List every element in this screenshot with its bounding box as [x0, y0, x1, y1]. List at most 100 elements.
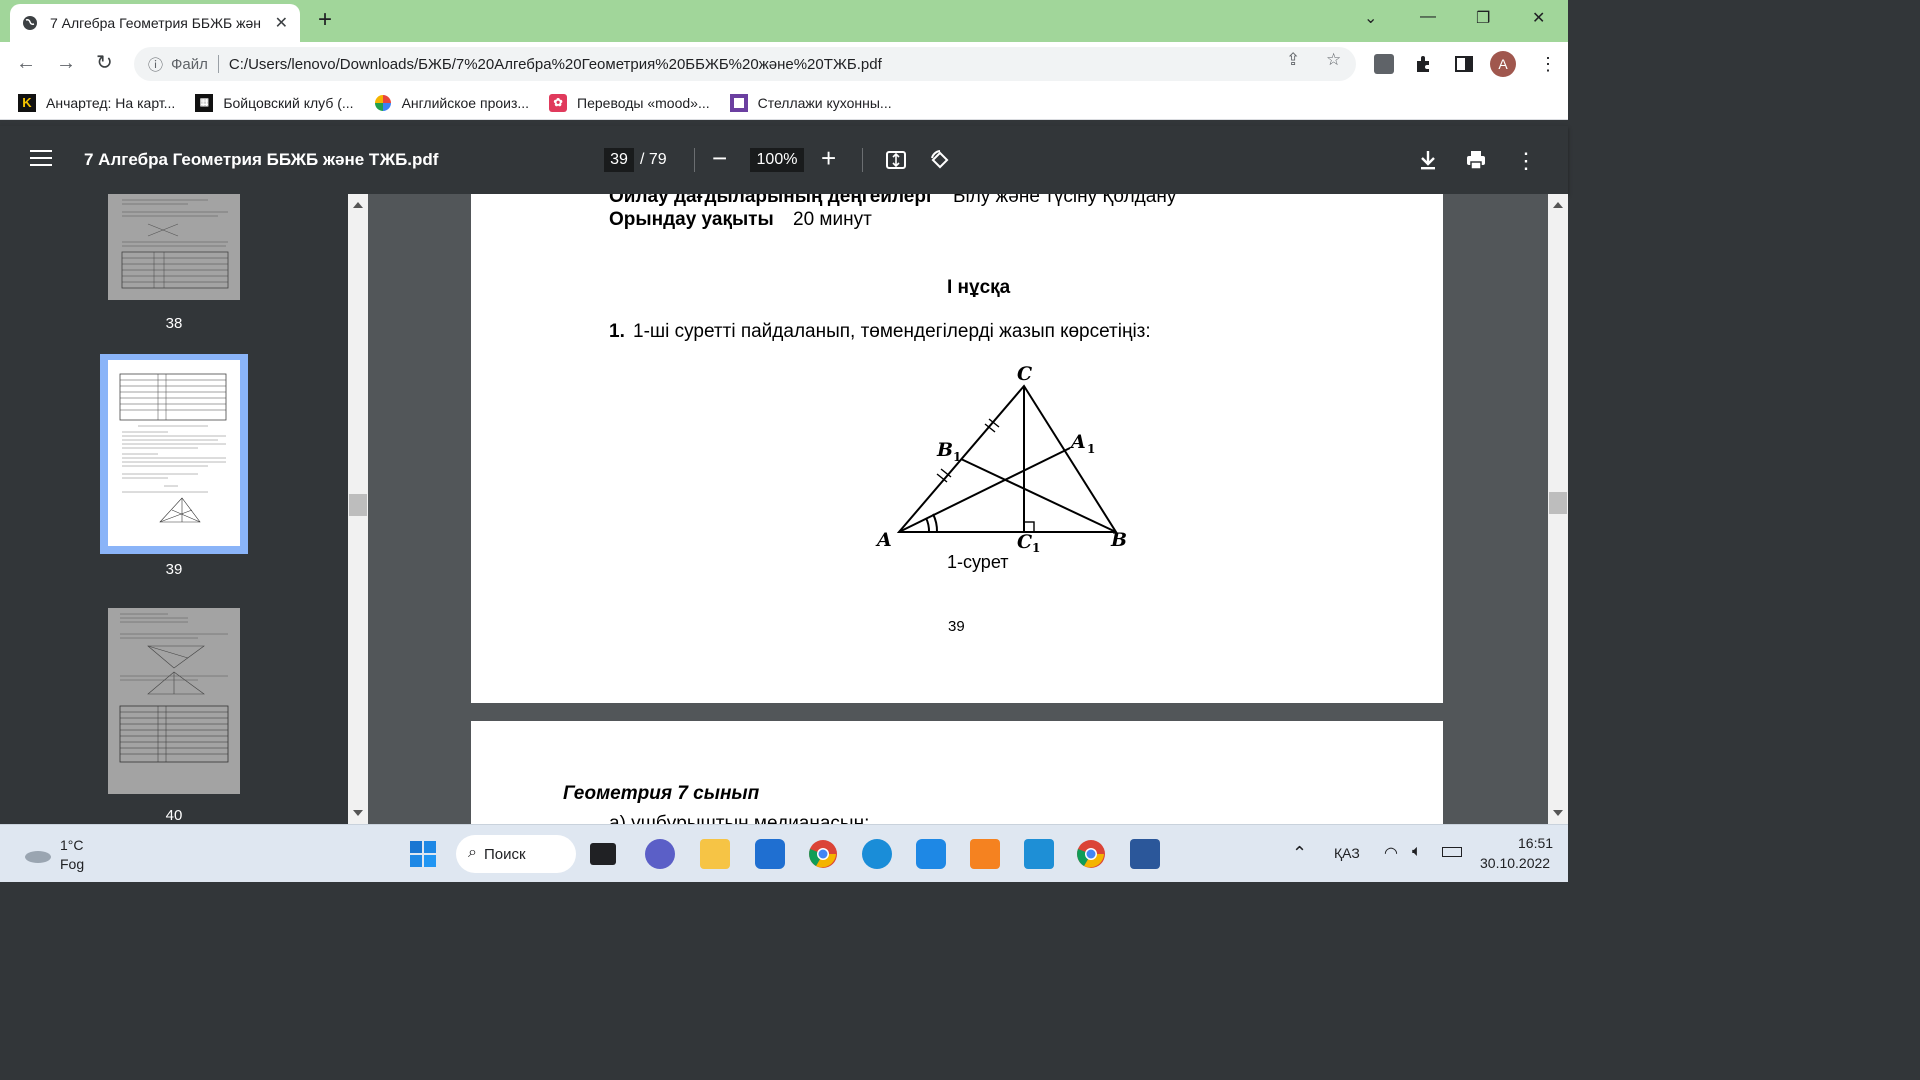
- lingvo-icon[interactable]: [1024, 839, 1054, 869]
- time-label: Орындау уақыты: [609, 209, 774, 230]
- edge-icon[interactable]: [862, 839, 892, 869]
- document-viewer[interactable]: Ойлау дағдыларының деңгейлері Білу және …: [368, 194, 1548, 824]
- pinwheel-icon: [374, 94, 392, 112]
- bookmark-item[interactable]: ▦ Бойцовский клуб (...: [195, 93, 354, 112]
- thumbnail-sidebar: 38 39 40: [0, 194, 348, 824]
- windows-start-icon[interactable]: [408, 839, 438, 869]
- zoom-in-button[interactable]: +: [821, 144, 836, 172]
- rotate-icon[interactable]: [928, 148, 952, 172]
- toolbar-divider: [862, 148, 863, 172]
- minimize-button[interactable]: —: [1420, 8, 1436, 26]
- url-scheme: Файл: [171, 55, 208, 73]
- sidebar-scrollbar[interactable]: [348, 194, 368, 824]
- vertex-a-label: A: [875, 529, 892, 551]
- menu-icon[interactable]: [30, 150, 52, 168]
- volume-icon[interactable]: 🔈︎: [1412, 843, 1422, 861]
- bookmark-item[interactable]: Стеллажи кухонны...: [729, 93, 892, 112]
- weather-temp[interactable]: 1°C: [60, 837, 84, 853]
- chevron-up-icon[interactable]: ⌃: [1292, 843, 1307, 864]
- zoom-input[interactable]: 100%: [750, 148, 804, 172]
- chrome-active-icon[interactable]: [1076, 839, 1106, 869]
- point-b1-subscript: 1: [953, 450, 961, 464]
- point-c1-subscript: 1: [1032, 541, 1040, 555]
- address-bar[interactable]: ⓘ Файл C:/Users/lenovo/Downloads/БЖБ/7%2…: [134, 47, 1356, 81]
- word-icon[interactable]: [1130, 839, 1160, 869]
- toolbar-divider: [694, 148, 695, 172]
- wps-office-icon[interactable]: [970, 839, 1000, 869]
- wifi-icon[interactable]: ◠: [1384, 843, 1398, 863]
- clock-time[interactable]: 16:51: [1518, 835, 1553, 851]
- bookmark-item[interactable]: K Анчартед: На карт...: [18, 93, 175, 112]
- extensions-icon[interactable]: [1414, 54, 1434, 74]
- zoom-out-button[interactable]: −: [712, 144, 727, 172]
- task-text: 1-ші суретті пайдаланып, төмендегілерді …: [633, 321, 1151, 342]
- battery-icon[interactable]: [1442, 847, 1462, 857]
- new-tab-button[interactable]: +: [318, 8, 332, 32]
- thumbnail-number: 38: [165, 315, 183, 332]
- mail-icon[interactable]: [916, 839, 946, 869]
- more-actions-icon[interactable]: ⋮: [1514, 148, 1538, 173]
- url-divider: [217, 55, 219, 73]
- weather-desc[interactable]: Fog: [60, 856, 84, 872]
- side-panel-icon[interactable]: [1454, 54, 1474, 74]
- bookmarks-bar: K Анчартед: На карт... ▦ Бойцовский клуб…: [0, 86, 1568, 120]
- bookmark-star-icon[interactable]: ☆: [1326, 50, 1341, 70]
- share-icon[interactable]: ⇪: [1286, 50, 1300, 70]
- taskbar-search[interactable]: ⌕ Поиск: [456, 835, 576, 873]
- thumbnail-page[interactable]: [108, 194, 240, 300]
- teams-chat-icon[interactable]: [645, 839, 675, 869]
- bookmark-item[interactable]: Английское произ...: [374, 94, 529, 112]
- bookmark-item[interactable]: ✿ Переводы «mood»...: [549, 93, 710, 112]
- language-indicator[interactable]: ҚАЗ: [1334, 845, 1360, 861]
- browser-tab[interactable]: 7 Алгебра Геометрия ББЖБ жән ✕: [10, 4, 300, 42]
- forward-button[interactable]: →: [56, 52, 76, 74]
- tab-search-icon[interactable]: ⌄: [1364, 8, 1377, 28]
- variant-heading: І нұсқа: [947, 277, 1011, 298]
- print-icon[interactable]: [1464, 148, 1488, 172]
- dictionary-icon: ✿: [549, 93, 568, 112]
- task-view-icon[interactable]: [590, 843, 616, 865]
- pdf-page: Ойлау дағдыларының деңгейлері Білу және …: [471, 194, 1443, 703]
- tab-title: 7 Алгебра Геометрия ББЖБ жән: [50, 15, 262, 31]
- page-number: 39: [948, 618, 965, 635]
- back-button[interactable]: ←: [16, 52, 36, 74]
- kinopoisk-icon: K: [18, 93, 36, 112]
- more-menu-icon[interactable]: ⋮: [1538, 54, 1558, 74]
- skills-value: Білу және түсіну Қолдану: [953, 194, 1177, 207]
- task-number: 1.: [609, 321, 625, 342]
- fog-icon[interactable]: [24, 847, 52, 868]
- skills-label: Ойлау дағдыларының деңгейлері: [609, 194, 932, 207]
- close-tab-icon[interactable]: ✕: [275, 13, 288, 33]
- point-c1-label: C: [1017, 531, 1032, 553]
- vertex-b-label: B: [1110, 529, 1127, 551]
- pdf-toolbar: 7 Алгебра Геометрия ББЖБ және ТЖБ.pdf 39…: [0, 126, 1568, 194]
- document-scrollbar[interactable]: [1548, 194, 1568, 824]
- next-page-heading: Геометрия 7 сынып: [563, 783, 760, 804]
- search-icon: ⌕: [468, 844, 477, 861]
- square-icon: [729, 93, 748, 112]
- profile-avatar[interactable]: A: [1490, 51, 1516, 77]
- clock-date[interactable]: 30.10.2022: [1480, 855, 1550, 871]
- close-window-button[interactable]: ✕: [1532, 8, 1545, 28]
- info-icon[interactable]: ⓘ: [148, 54, 163, 75]
- point-a1-label: A: [1069, 431, 1086, 453]
- download-icon[interactable]: [1374, 54, 1394, 74]
- chrome-icon[interactable]: [808, 839, 838, 869]
- reload-button[interactable]: ↻: [96, 52, 113, 74]
- url-text[interactable]: C:/Users/lenovo/Downloads/БЖБ/7%20Алгебр…: [229, 56, 882, 73]
- browser-toolbar: ← → ↻ ⓘ Файл C:/Users/lenovo/Downloads/Б…: [0, 42, 1568, 86]
- page-number-input[interactable]: 39: [604, 148, 634, 172]
- fit-page-icon[interactable]: [884, 148, 908, 172]
- thumbnail-page[interactable]: [108, 608, 240, 794]
- film-icon: ▦: [195, 93, 214, 112]
- point-a1-subscript: 1: [1087, 442, 1095, 456]
- thumbnail-number: 40: [165, 807, 183, 824]
- maximize-button[interactable]: ❐: [1476, 8, 1490, 28]
- thumbnail-page-active[interactable]: [108, 360, 240, 546]
- time-value: 20 минут: [793, 209, 872, 230]
- microsoft-store-icon[interactable]: [755, 839, 785, 869]
- download-icon[interactable]: [1416, 148, 1440, 172]
- file-explorer-icon[interactable]: [700, 839, 730, 869]
- page-total: / 79: [640, 151, 667, 168]
- thumbnail-number: 39: [165, 561, 183, 578]
